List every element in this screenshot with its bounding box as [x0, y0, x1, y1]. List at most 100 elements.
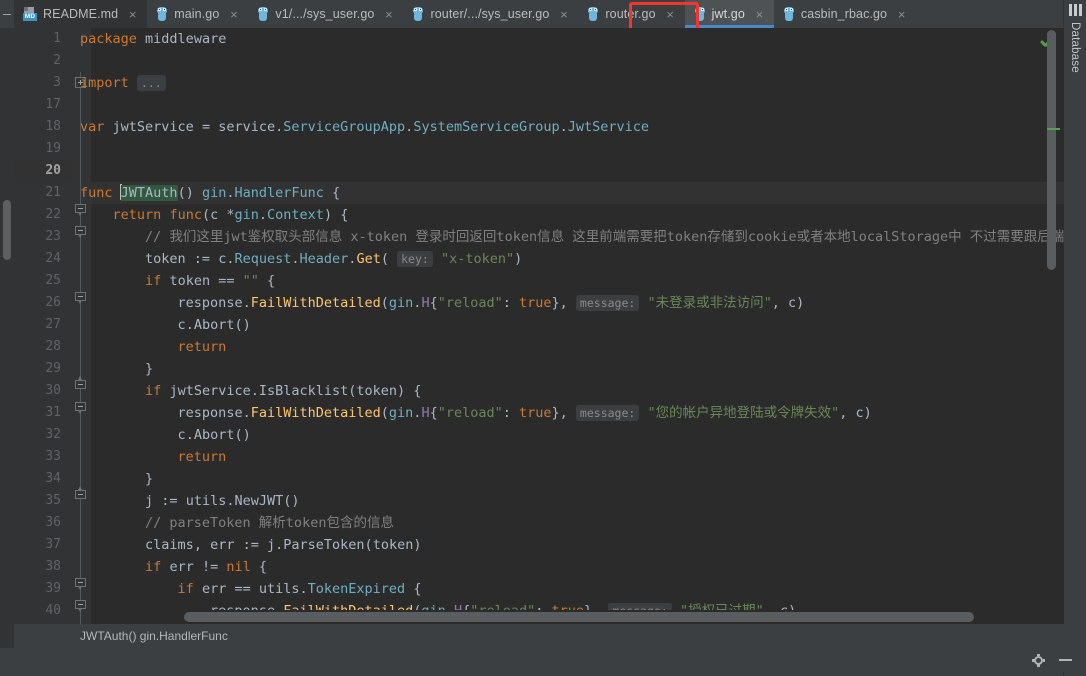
close-icon[interactable]: ×: [127, 8, 138, 21]
line-number: 23: [14, 226, 61, 248]
tab-v1-sys-user-go[interactable]: v1/.../sys_user.go ×: [248, 0, 403, 28]
tab-scroll-left[interactable]: [0, 0, 14, 28]
horizontal-scrollbar-thumb[interactable]: [184, 612, 974, 622]
line-number: 40: [14, 600, 61, 622]
tab-label: README.md: [43, 7, 118, 21]
folded-import-placeholder[interactable]: ...: [137, 75, 166, 91]
code-line: if jwtService.IsBlacklist(token) {: [80, 380, 421, 402]
code-line: if token == "" {: [80, 270, 275, 292]
param-hint-message: message:: [576, 295, 639, 311]
code-line: return: [80, 446, 226, 468]
line-number: 31: [14, 402, 61, 424]
selected-symbol: JWTAuth: [121, 185, 178, 201]
close-icon[interactable]: ×: [896, 8, 907, 21]
code-line-comment: // 我们这里jwt鉴权取头部信息 x-token 登录时回返回token信息 …: [80, 226, 1064, 248]
tab-readme-md[interactable]: MD README.md ×: [14, 0, 147, 28]
go-file-icon: [412, 7, 424, 21]
code-editor[interactable]: 1 2 3 17 18 19 20 21 22 23 24 25 26 27 2…: [0, 28, 1064, 624]
close-icon[interactable]: ×: [665, 8, 676, 21]
line-number: 25: [14, 270, 61, 292]
vcs-change-marker: [1047, 128, 1060, 130]
line-number: 24: [14, 248, 61, 270]
line-number: 32: [14, 424, 61, 446]
right-tool-strip: Database: [1063, 0, 1086, 676]
code-line: c.Abort(): [80, 424, 251, 446]
line-number: 37: [14, 534, 61, 556]
code-line: response.FailWithDetailed(gin.H{"reload"…: [80, 292, 804, 314]
line-number: 29: [14, 358, 61, 380]
tab-label: router.go: [605, 7, 655, 21]
line-number: 28: [14, 336, 61, 358]
line-number: 35: [14, 490, 61, 512]
editor-left-margin: [0, 28, 14, 624]
code-line: response.FailWithDetailed(gin.H{"reload"…: [80, 402, 872, 424]
tab-label: router/.../sys_user.go: [430, 7, 549, 21]
markdown-icon: MD: [23, 7, 37, 21]
line-number: 3: [14, 72, 61, 94]
vertical-scrollbar[interactable]: [1047, 30, 1056, 270]
line-number: 2: [14, 50, 61, 72]
database-icon: [1069, 4, 1082, 16]
code-line: }: [80, 358, 153, 380]
minimize-icon[interactable]: [1059, 659, 1072, 661]
line-number: 18: [14, 116, 61, 138]
code-line: if err == utils.TokenExpired {: [80, 578, 421, 600]
code-line: return func(c *gin.Context) {: [80, 204, 348, 226]
param-hint-key: key:: [397, 251, 433, 267]
line-number: 1: [14, 28, 61, 50]
tab-router-sys-user-go[interactable]: router/.../sys_user.go ×: [403, 0, 578, 28]
tab-label: main.go: [174, 7, 219, 21]
markdown-icon-label: MD: [23, 13, 37, 21]
code-line: token := c.Request.Header.Get( key: "x-t…: [80, 248, 522, 270]
tab-label: casbin_rbac.go: [801, 7, 887, 21]
close-icon[interactable]: ×: [228, 8, 239, 21]
go-file-icon: [587, 7, 599, 21]
line-number: 26: [14, 292, 61, 314]
code-line-comment: // parseToken 解析token包含的信息: [80, 512, 394, 534]
breadcrumb[interactable]: JWTAuth() gin.HandlerFunc: [14, 629, 228, 643]
param-hint-message: message:: [576, 405, 639, 421]
go-file-icon: [156, 7, 168, 21]
line-number: 36: [14, 512, 61, 534]
line-number-column: 1 2 3 17 18 19 20 21 22 23 24 25 26 27 2…: [14, 28, 71, 624]
code-line-func-decl: func JWTAuth() gin.HandlerFunc {: [80, 182, 340, 204]
ide-window: MD README.md × main.go × v1/.../sys_user…: [0, 0, 1086, 672]
go-file-icon: [694, 7, 706, 21]
tab-label: jwt.go: [712, 7, 745, 21]
tab-casbin-rbac-go[interactable]: casbin_rbac.go ×: [774, 0, 916, 28]
line-number: 38: [14, 556, 61, 578]
line-number: 39: [14, 578, 61, 600]
line-number-current: 20: [14, 160, 61, 182]
tab-main-go[interactable]: main.go ×: [147, 0, 248, 28]
tab-jwt-go[interactable]: jwt.go ×: [685, 0, 774, 28]
dash-icon: [3, 14, 11, 15]
go-file-icon: [257, 7, 269, 21]
gear-icon[interactable]: [1032, 654, 1045, 667]
code-line: return: [80, 336, 226, 358]
line-number: 17: [14, 94, 61, 116]
editor-tab-bar: MD README.md × main.go × v1/.../sys_user…: [0, 0, 1086, 28]
code-line: c.Abort(): [80, 314, 251, 336]
line-number: 27: [14, 314, 61, 336]
line-number: 34: [14, 468, 61, 490]
breadcrumb-gutter: [0, 624, 14, 648]
code-line: }: [80, 468, 153, 490]
close-icon[interactable]: ×: [383, 8, 394, 21]
line-number: 22: [14, 204, 61, 226]
close-icon[interactable]: ×: [754, 8, 765, 21]
code-line: package middleware: [80, 28, 226, 50]
editor-left-scroll-thumb[interactable]: [3, 200, 11, 260]
tool-window-button-database[interactable]: Database: [1069, 20, 1081, 75]
line-number: 30: [14, 380, 61, 402]
go-file-icon: [783, 7, 795, 21]
tab-label: v1/.../sys_user.go: [275, 7, 374, 21]
breadcrumb-bar: JWTAuth() gin.HandlerFunc: [0, 624, 1064, 648]
close-icon[interactable]: ×: [558, 8, 569, 21]
code-text-area[interactable]: package middleware import ... var jwtSer…: [91, 28, 1064, 624]
line-number: 19: [14, 138, 61, 160]
tab-router-go[interactable]: router.go ×: [578, 0, 684, 28]
code-line: var jwtService = service.ServiceGroupApp…: [80, 116, 649, 138]
code-line: j := utils.NewJWT(): [80, 490, 300, 512]
code-line: import ...: [80, 72, 166, 94]
horizontal-scrollbar-track[interactable]: [182, 610, 1050, 624]
